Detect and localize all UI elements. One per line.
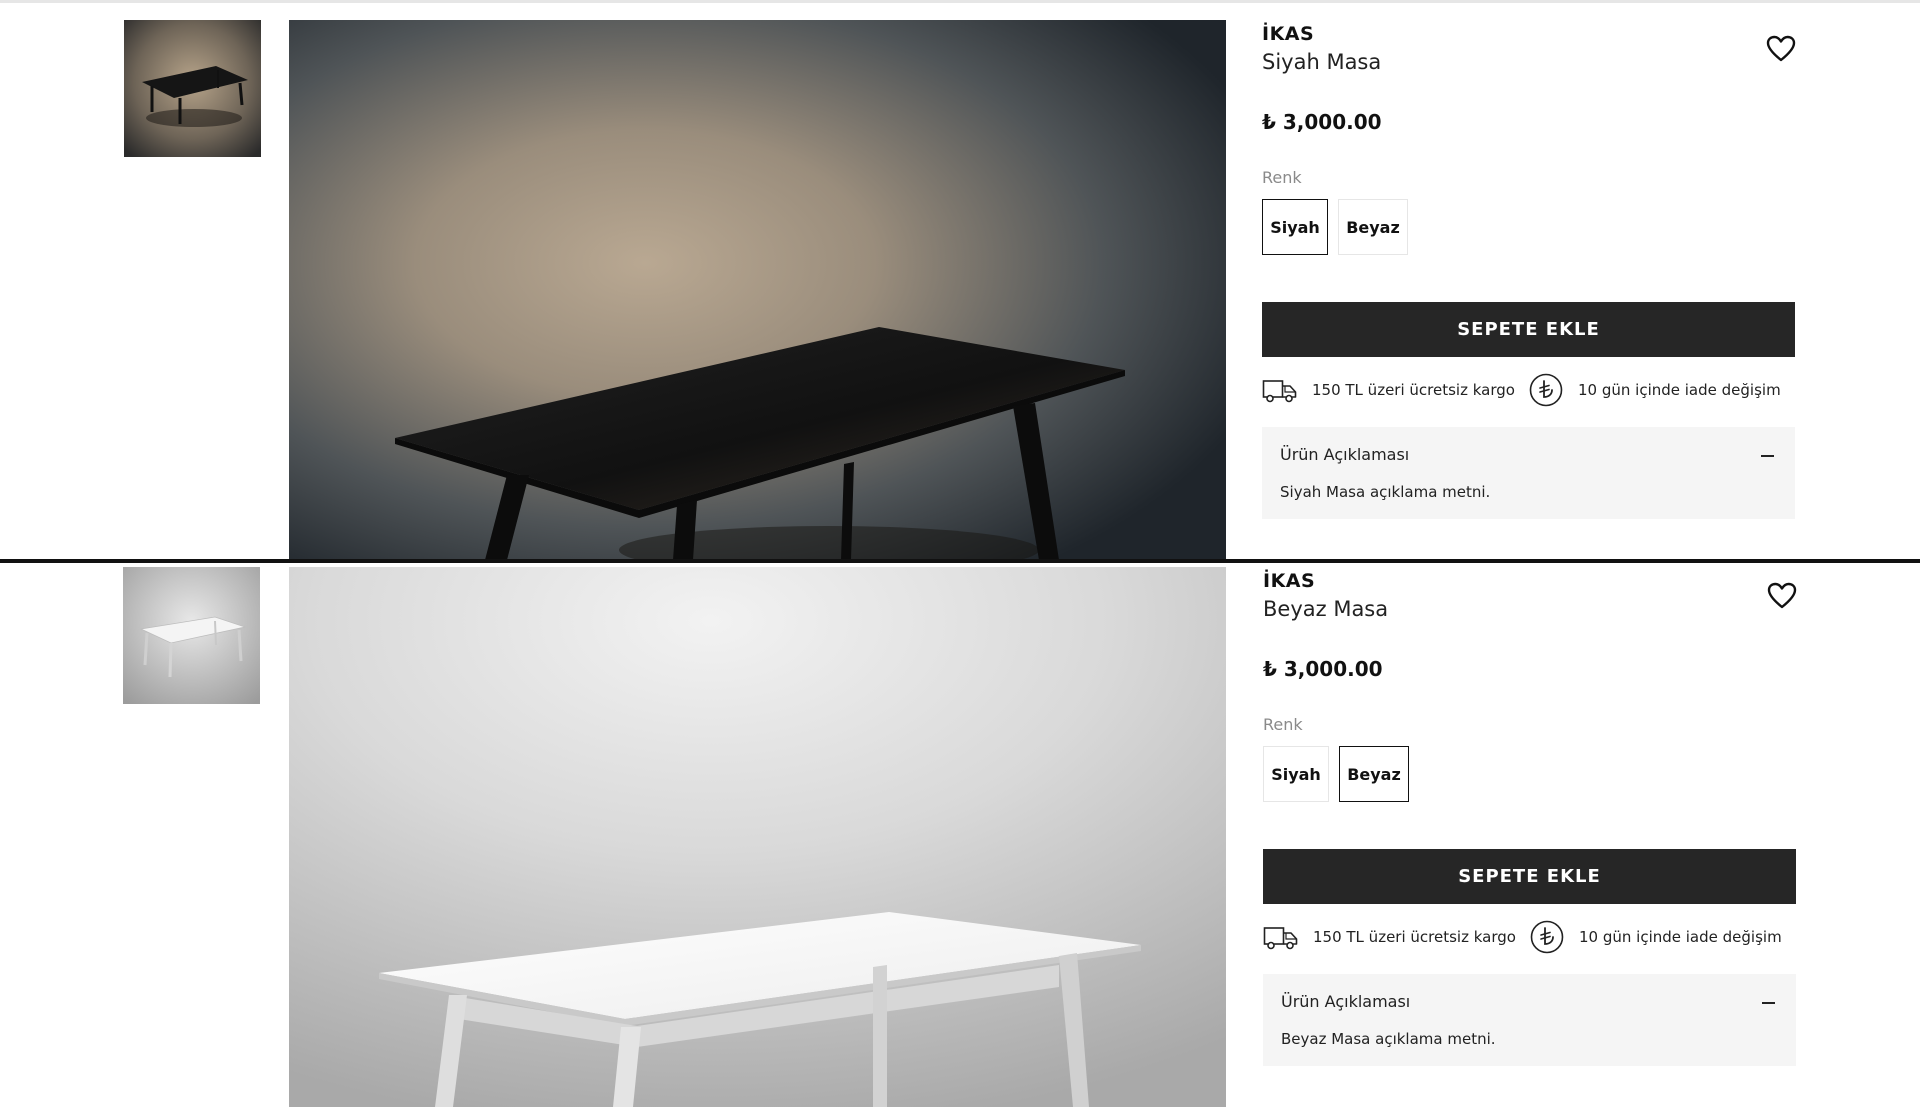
color-label: Renk bbox=[1263, 715, 1303, 734]
product-title: Siyah Masa bbox=[1262, 50, 1382, 74]
shipping-info: 150 TL üzeri ücretsiz kargo bbox=[1262, 366, 1522, 414]
shipping-text: 150 TL üzeri ücretsiz kargo bbox=[1312, 381, 1515, 399]
brand-name: İKAS bbox=[1263, 570, 1316, 592]
product-info: İKAS Siyah Masa ₺ 3,000.00 Renk Siyah Be… bbox=[1262, 20, 1796, 560]
product-title: Beyaz Masa bbox=[1263, 597, 1389, 621]
product-main-image bbox=[289, 567, 1226, 1107]
shipping-info: 150 TL üzeri ücretsiz kargo bbox=[1263, 913, 1523, 961]
description-accordion: Ürün Açıklaması Siyah Masa açıklama metn… bbox=[1262, 427, 1795, 519]
color-option-siyah[interactable]: Siyah bbox=[1263, 746, 1329, 802]
description-title[interactable]: Ürün Açıklaması bbox=[1280, 445, 1409, 464]
description-title[interactable]: Ürün Açıklaması bbox=[1281, 992, 1410, 1011]
description-text: Beyaz Masa açıklama metni. bbox=[1281, 1030, 1496, 1048]
panel-divider bbox=[0, 559, 1920, 563]
color-option-beyaz[interactable]: Beyaz bbox=[1338, 199, 1408, 255]
product-thumbnail[interactable] bbox=[124, 20, 261, 157]
product-panel-siyah: İKAS Siyah Masa ₺ 3,000.00 Renk Siyah Be… bbox=[0, 20, 1920, 560]
brand-name: İKAS bbox=[1262, 23, 1315, 45]
description-accordion: Ürün Açıklaması Beyaz Masa açıklama metn… bbox=[1263, 974, 1796, 1066]
product-thumbnail[interactable] bbox=[123, 567, 260, 704]
heart-icon[interactable] bbox=[1767, 582, 1797, 610]
product-panel-beyaz: İKAS Beyaz Masa ₺ 3,000.00 Renk Siyah Be… bbox=[0, 567, 1920, 1107]
product-price: ₺ 3,000.00 bbox=[1262, 110, 1382, 134]
add-to-cart-button[interactable]: SEPETE EKLE bbox=[1263, 849, 1796, 904]
lira-icon bbox=[1528, 372, 1564, 408]
lira-icon bbox=[1529, 919, 1565, 955]
color-label: Renk bbox=[1262, 168, 1302, 187]
heart-icon[interactable] bbox=[1766, 35, 1796, 63]
return-text: 10 gün içinde iade değişim bbox=[1579, 928, 1782, 946]
shipping-text: 150 TL üzeri ücretsiz kargo bbox=[1313, 928, 1516, 946]
return-text: 10 gün içinde iade değişim bbox=[1578, 381, 1781, 399]
product-main-image bbox=[289, 20, 1226, 560]
product-info: İKAS Beyaz Masa ₺ 3,000.00 Renk Siyah Be… bbox=[1263, 567, 1797, 1107]
color-option-siyah[interactable]: Siyah bbox=[1262, 199, 1328, 255]
truck-icon bbox=[1262, 372, 1298, 408]
description-text: Siyah Masa açıklama metni. bbox=[1280, 483, 1491, 501]
add-to-cart-button[interactable]: SEPETE EKLE bbox=[1262, 302, 1795, 357]
product-price: ₺ 3,000.00 bbox=[1263, 657, 1383, 681]
color-option-beyaz[interactable]: Beyaz bbox=[1339, 746, 1409, 802]
top-border bbox=[0, 0, 1920, 3]
minus-icon[interactable] bbox=[1762, 1002, 1775, 1004]
truck-icon bbox=[1263, 919, 1299, 955]
return-info: 10 gün içinde iade değişim bbox=[1528, 366, 1795, 414]
minus-icon[interactable] bbox=[1761, 455, 1774, 457]
return-info: 10 gün içinde iade değişim bbox=[1529, 913, 1796, 961]
